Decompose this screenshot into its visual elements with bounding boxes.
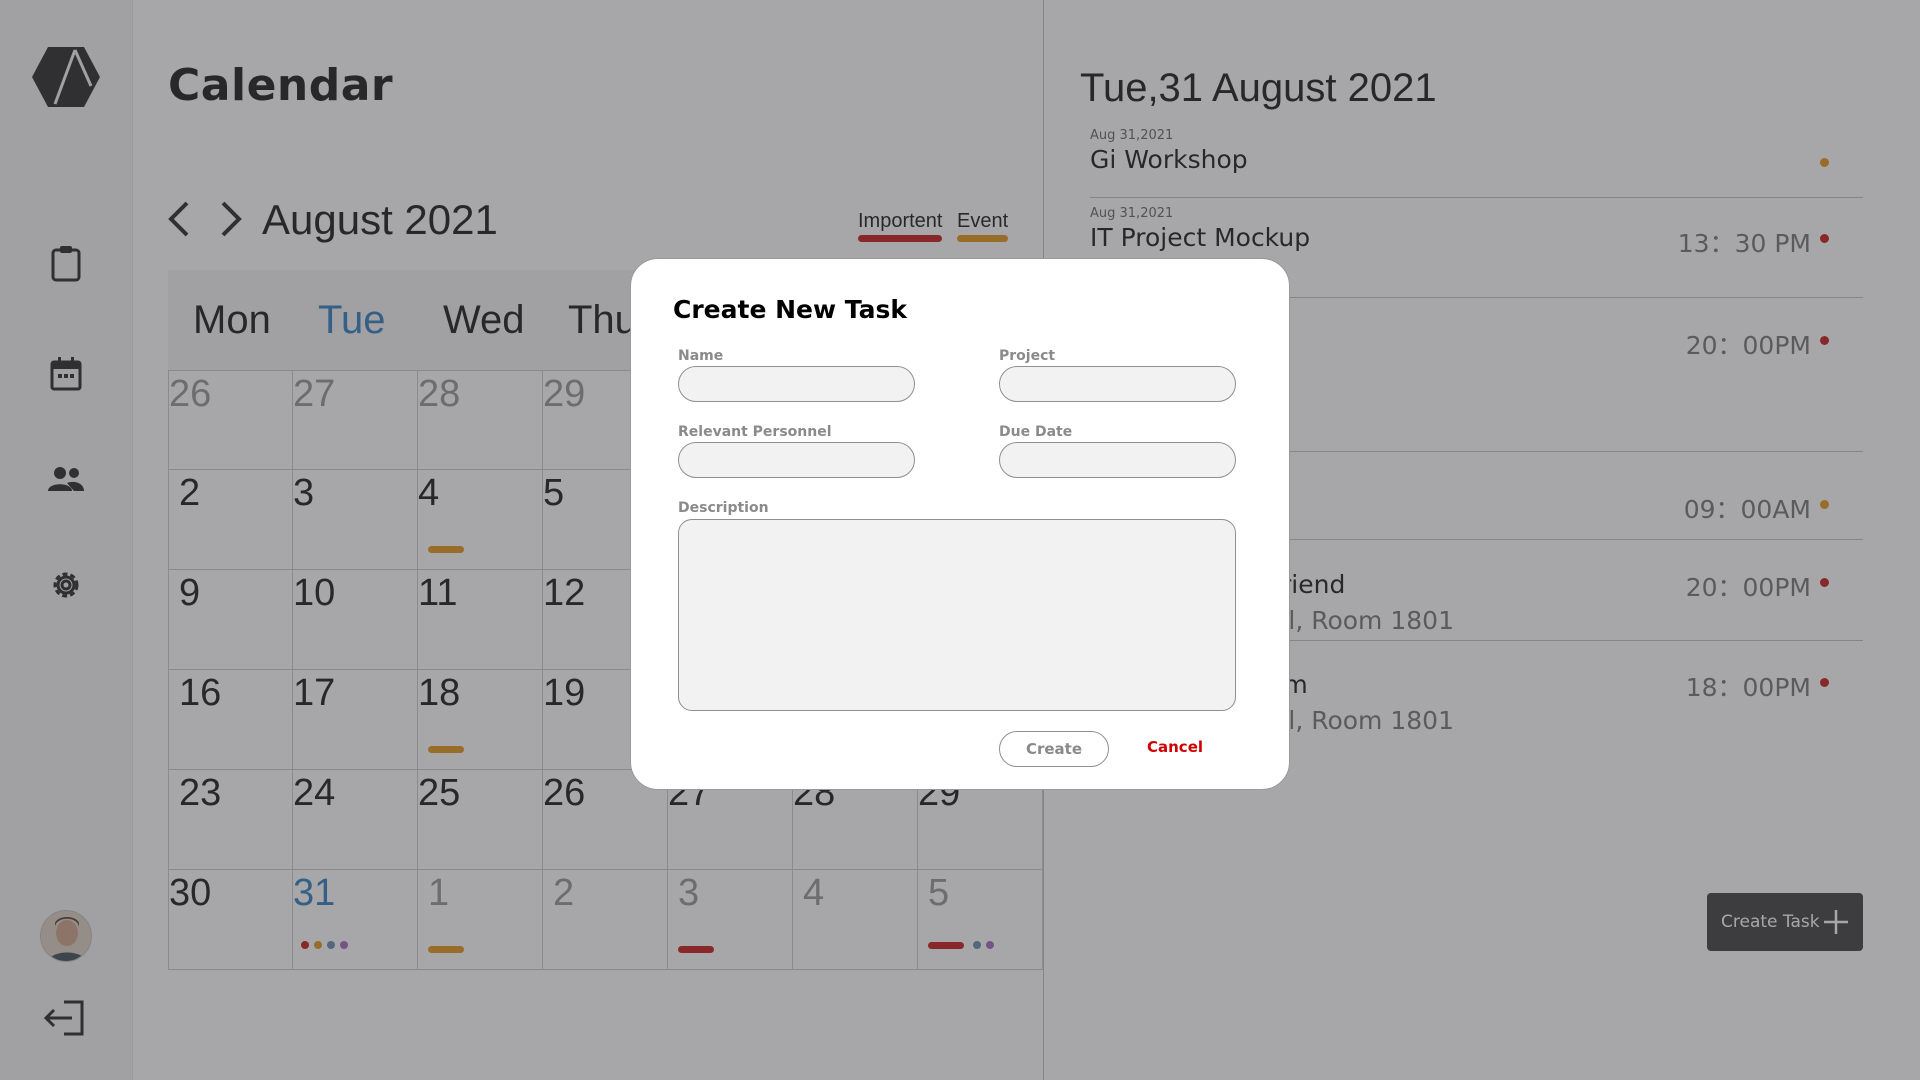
description-field[interactable] — [678, 519, 1236, 711]
due-date-label: Due Date — [999, 424, 1073, 440]
personnel-field[interactable] — [678, 442, 915, 478]
create-task-dialog: Create New Task Name Project Relevant Pe… — [630, 258, 1290, 790]
project-label: Project — [999, 348, 1056, 364]
due-date-field[interactable] — [999, 442, 1236, 478]
personnel-label: Relevant Personnel — [678, 424, 832, 440]
name-field[interactable] — [678, 366, 915, 402]
create-button[interactable]: Create — [999, 731, 1109, 767]
cancel-button[interactable]: Cancel — [1147, 738, 1203, 756]
name-label: Name — [678, 348, 724, 364]
description-label: Description — [678, 500, 769, 516]
project-field[interactable] — [999, 366, 1236, 402]
dialog-title: Create New Task — [673, 295, 907, 324]
